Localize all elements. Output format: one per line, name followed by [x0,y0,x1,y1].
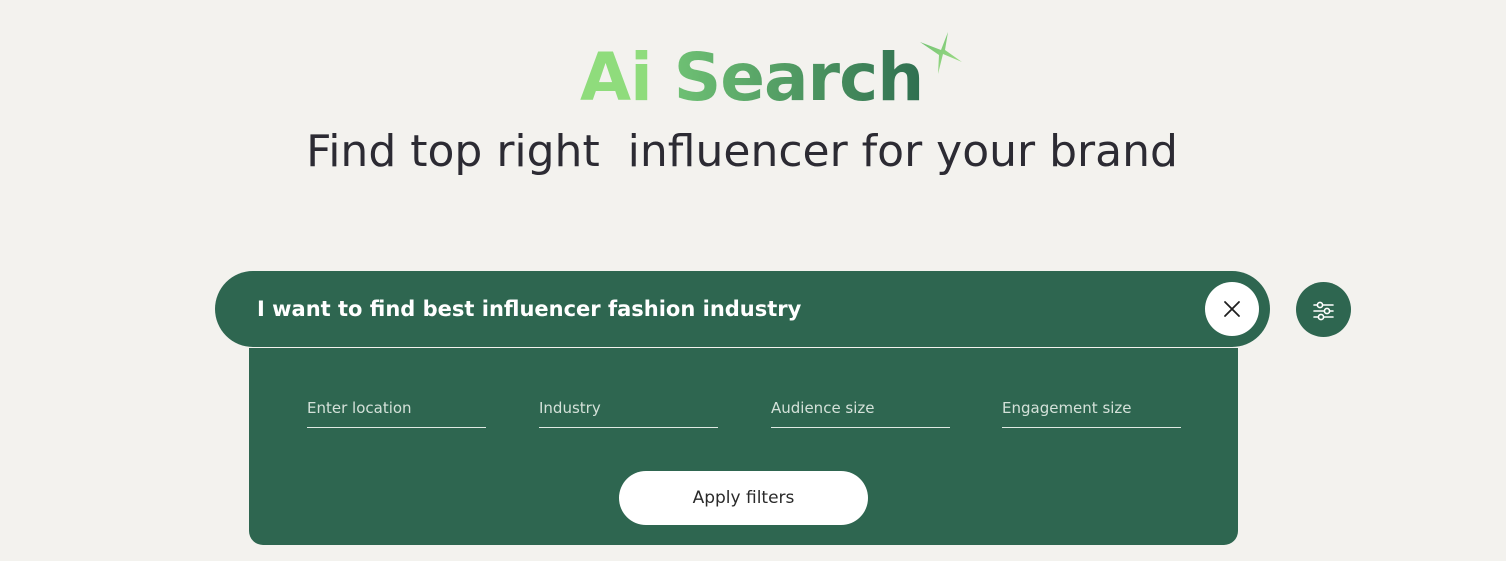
location-field[interactable] [307,384,486,427]
tagline: Find top right influencer for your brand [306,126,1178,177]
title-search: Search [673,39,924,116]
page-title: Ai Search [580,38,924,118]
industry-field[interactable] [539,384,718,427]
engagement-size-field-wrapper [1002,384,1181,428]
sliders-icon [1312,301,1334,320]
apply-filters-button[interactable]: Apply filters [619,471,868,525]
clear-search-button[interactable] [1205,282,1259,336]
filter-toggle-button[interactable] [1296,282,1351,337]
ai-search-page: Ai Search Find top right influencer for … [0,0,1506,561]
audience-size-field[interactable] [771,384,950,427]
close-icon [1224,301,1240,317]
search-bar [215,271,1270,347]
search-input[interactable] [257,271,1197,347]
sparkle-icon [920,32,962,74]
audience-size-field-wrapper [771,384,950,428]
engagement-size-field[interactable] [1002,384,1181,427]
industry-field-wrapper [539,384,718,428]
filter-panel: Apply filters [249,348,1238,545]
location-field-wrapper [307,384,486,428]
title-ai: Ai [580,39,653,116]
